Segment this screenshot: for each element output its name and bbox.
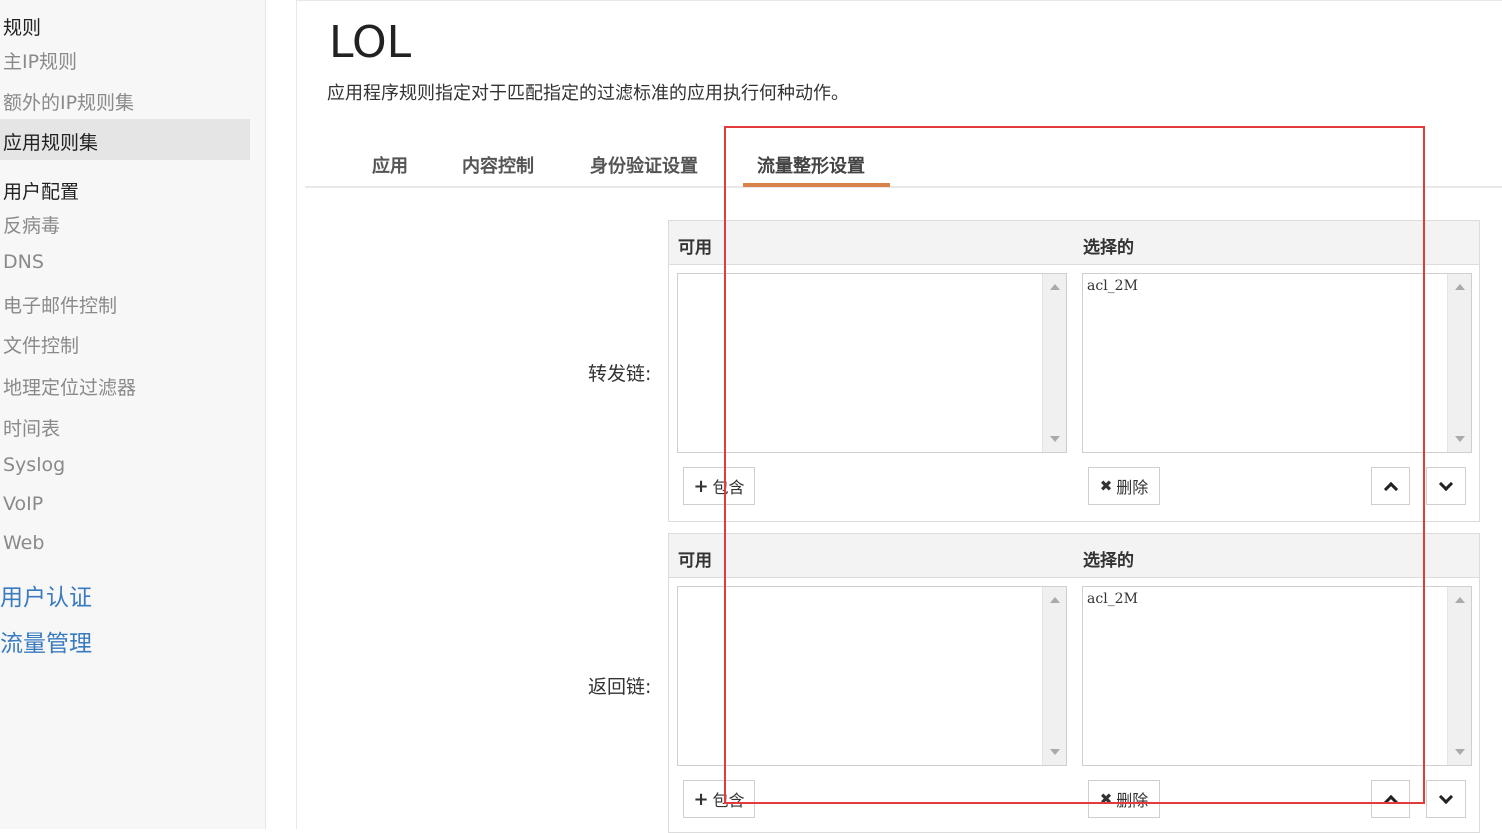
sidebar-item-dns[interactable]: DNS [3,251,44,273]
sidebar-item-geo-filter[interactable]: 地理定位过滤器 [3,373,136,400]
remove-button-label: 删除 [1116,791,1149,810]
move-down-button[interactable] [1426,467,1466,505]
scrollbar[interactable] [1042,274,1066,452]
sidebar-section-user-auth[interactable]: 用户认证 [0,578,92,612]
chevron-up-icon [1383,794,1398,809]
sidebar-item-antivirus[interactable]: 反病毒 [3,211,60,238]
sidebar-item-web[interactable]: Web [3,532,44,554]
sidebar-item-file-control[interactable]: 文件控制 [3,331,79,358]
remove-button[interactable]: ✖ 删除 [1088,780,1160,818]
sidebar-heading-user-config: 用户配置 [3,181,80,203]
page-description: 应用程序规则指定对于匹配指定的过滤标准的应用执行何种动作。 [327,83,849,104]
main-content: LOL 应用程序规则指定对于匹配指定的过滤标准的应用执行何种动作。 应用 内容控… [296,0,1502,833]
sidebar-item-schedule[interactable]: 时间表 [3,414,60,441]
return-selected-list[interactable]: acl_2M [1082,586,1472,766]
return-available-list[interactable] [677,586,1067,766]
return-chain-label: 返回链: [588,676,652,698]
forward-chain-panel: 可用 选择的 acl_2M + 包含 ✖ 删除 [668,220,1480,522]
selected-header: 选择的 [1083,238,1134,258]
move-up-button[interactable] [1371,467,1410,505]
plus-icon: + [693,475,709,497]
list-item[interactable]: acl_2M [1087,278,1138,294]
tab-traffic-shaping[interactable]: 流量整形设置 [757,152,865,178]
tab-application[interactable]: 应用 [372,152,408,178]
sidebar-item-app-rulesets[interactable]: 应用规则集 [3,128,98,155]
scroll-up-icon[interactable] [1455,284,1465,290]
sidebar-section-traffic-mgmt[interactable]: 流量管理 [0,624,92,658]
tab-content-control[interactable]: 内容控制 [462,152,534,178]
scroll-down-icon[interactable] [1455,749,1465,755]
active-tab-indicator [743,183,890,187]
scroll-down-icon[interactable] [1050,749,1060,755]
sidebar-item-email-control[interactable]: 电子邮件控制 [3,291,117,318]
plus-icon: + [693,788,709,810]
scroll-down-icon[interactable] [1455,436,1465,442]
available-header: 可用 [678,238,712,258]
sidebar-item-main-ip-rules[interactable]: 主IP规则 [3,47,77,74]
tab-bar: 应用 内容控制 身份验证设置 流量整形设置 [305,141,1502,188]
scroll-up-icon[interactable] [1050,597,1060,603]
sidebar-heading-rules: 规则 [3,17,42,39]
scroll-up-icon[interactable] [1050,284,1060,290]
page-title: LOL [329,17,412,68]
scrollbar[interactable] [1447,274,1471,452]
sidebar-item-syslog[interactable]: Syslog [3,454,65,476]
include-button[interactable]: + 包含 [683,467,755,505]
selected-header: 选择的 [1083,551,1134,571]
include-button-label: 包含 [712,478,745,497]
chevron-down-icon [1438,789,1454,804]
list-item[interactable]: acl_2M [1087,591,1138,607]
scrollbar[interactable] [1042,587,1066,765]
forward-selected-list[interactable]: acl_2M [1082,273,1472,453]
return-chain-header: 可用 选择的 [669,534,1479,578]
sidebar-item-extra-ip-rulesets[interactable]: 额外的IP规则集 [3,88,134,115]
tab-auth-settings[interactable]: 身份验证设置 [590,152,698,178]
sidebar-item-voip[interactable]: VoIP [3,493,43,515]
forward-chain-header: 可用 选择的 [669,221,1479,265]
scrollbar[interactable] [1447,587,1471,765]
close-icon: ✖ [1099,477,1113,495]
scroll-down-icon[interactable] [1050,436,1060,442]
sidebar: 规则 主IP规则 额外的IP规则集 应用规则集 用户配置 反病毒 DNS 电子邮… [0,0,266,829]
forward-chain-label: 转发链: [588,363,652,385]
remove-button[interactable]: ✖ 删除 [1088,467,1160,505]
close-icon: ✖ [1099,790,1113,808]
available-header: 可用 [678,551,712,571]
scroll-up-icon[interactable] [1455,597,1465,603]
remove-button-label: 删除 [1116,478,1149,497]
include-button[interactable]: + 包含 [683,780,755,818]
include-button-label: 包含 [712,791,745,810]
chevron-down-icon [1438,476,1454,491]
move-down-button[interactable] [1426,780,1466,818]
forward-available-list[interactable] [677,273,1067,453]
return-chain-panel: 可用 选择的 acl_2M + 包含 ✖ 删除 [668,533,1480,833]
chevron-up-icon [1383,481,1398,496]
move-up-button[interactable] [1371,780,1410,818]
